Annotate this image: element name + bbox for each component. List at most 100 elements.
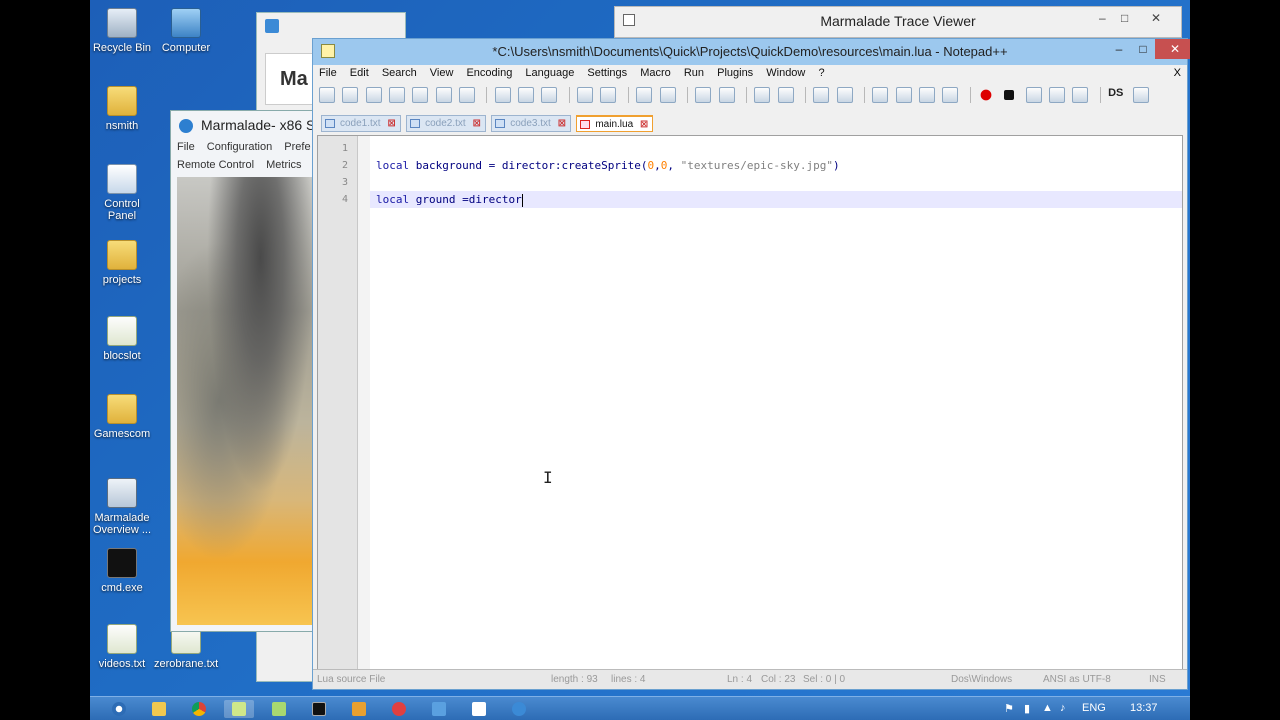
close-all-icon[interactable] bbox=[435, 87, 452, 103]
plugin-folder-icon[interactable] bbox=[1133, 87, 1150, 103]
code-line[interactable]: 2 local background = director:createSprit… bbox=[342, 157, 1182, 174]
menu-help[interactable]: ? bbox=[818, 67, 824, 79]
menu-language[interactable]: Language bbox=[525, 67, 574, 79]
sync-horizontal-icon[interactable] bbox=[777, 87, 794, 103]
show-all-characters-icon[interactable] bbox=[836, 87, 853, 103]
minimize-button[interactable]: – bbox=[1099, 11, 1106, 25]
word-wrap-icon[interactable] bbox=[813, 87, 830, 103]
menu-encoding[interactable]: Encoding bbox=[466, 67, 512, 79]
save-all-icon[interactable] bbox=[389, 87, 406, 103]
menu-run[interactable]: Run bbox=[684, 67, 704, 79]
close-button[interactable]: ✕ bbox=[1155, 39, 1190, 59]
run-macro-multiple-icon[interactable] bbox=[1049, 87, 1066, 103]
desktop-icon-cmd[interactable]: cmd.exe bbox=[90, 548, 154, 594]
trace-viewer-window[interactable]: Marmalade Trace Viewer – □ ✕ bbox=[614, 6, 1182, 38]
paste-icon[interactable] bbox=[541, 87, 558, 103]
taskbar-app-2[interactable] bbox=[344, 700, 374, 718]
desktop-icon-gamescom[interactable]: Gamescom bbox=[90, 394, 154, 440]
simulator-menu-remote-control[interactable]: Remote Control bbox=[177, 159, 254, 171]
cut-icon[interactable] bbox=[494, 87, 511, 103]
battery-icon[interactable]: ▮ bbox=[1024, 702, 1030, 715]
flag-icon[interactable]: ⚑ bbox=[1004, 702, 1014, 715]
menu-settings[interactable]: Settings bbox=[587, 67, 627, 79]
redo-icon[interactable] bbox=[600, 87, 617, 103]
desktop-icon-control-panel[interactable]: Control Panel bbox=[90, 164, 154, 222]
taskbar-notepadpp[interactable] bbox=[224, 700, 254, 718]
find-icon[interactable] bbox=[636, 87, 653, 103]
clock[interactable]: 13:37 bbox=[1130, 702, 1158, 714]
taskbar-app-5[interactable] bbox=[464, 700, 494, 718]
simulator-menu-metrics[interactable]: Metrics bbox=[266, 159, 301, 171]
simulator-menu-configuration[interactable]: Configuration bbox=[207, 141, 272, 153]
code-editor[interactable]: 1 2 local background = director:createSpr… bbox=[317, 135, 1183, 687]
close-file-icon[interactable] bbox=[412, 87, 429, 103]
menu-window[interactable]: Window bbox=[766, 67, 805, 79]
simulator-menu-file[interactable]: File bbox=[177, 141, 195, 153]
save-macro-icon[interactable] bbox=[1072, 87, 1089, 103]
taskbar-marmalade[interactable] bbox=[504, 700, 534, 718]
menu-macro[interactable]: Macro bbox=[640, 67, 671, 79]
network-icon[interactable]: ▲ bbox=[1042, 702, 1053, 714]
function-list-icon[interactable] bbox=[918, 87, 935, 103]
desktop-icon-projects[interactable]: projects bbox=[90, 240, 154, 286]
notepadpp-titlebar[interactable]: *C:\Users\nsmith\Documents\Quick\Project… bbox=[313, 39, 1190, 65]
tab-code1[interactable]: code1.txt ⊠ bbox=[321, 115, 401, 132]
fold-margin[interactable] bbox=[358, 136, 370, 686]
tab-close-icon[interactable]: ⊠ bbox=[640, 117, 648, 132]
open-file-icon[interactable] bbox=[342, 87, 359, 103]
taskbar-app[interactable] bbox=[264, 700, 294, 718]
marmalade-simulator-window[interactable]: Marmalade- x86 Si File Configuration Pre… bbox=[170, 110, 319, 632]
close-button[interactable]: ✕ bbox=[1151, 11, 1161, 25]
replace-icon[interactable] bbox=[659, 87, 676, 103]
menu-view[interactable]: View bbox=[430, 67, 454, 79]
tab-code2[interactable]: code2.txt ⊠ bbox=[406, 115, 486, 132]
desktop-icon-marmalade-overview[interactable]: Marmalade Overview ... bbox=[90, 478, 154, 536]
folder-as-workspace-icon[interactable] bbox=[942, 87, 959, 103]
taskbar-chrome[interactable] bbox=[184, 700, 214, 718]
maximize-button[interactable]: □ bbox=[1121, 11, 1128, 25]
indent-guide-icon[interactable] bbox=[872, 87, 889, 103]
code-area[interactable]: 1 2 local background = director:createSpr… bbox=[342, 140, 1182, 208]
maximize-button[interactable]: □ bbox=[1129, 39, 1157, 59]
volume-icon[interactable]: ♪ bbox=[1060, 702, 1066, 714]
taskbar-app-4[interactable] bbox=[424, 700, 454, 718]
desktop-icon-blocslot[interactable]: blocslot bbox=[90, 316, 154, 362]
desktop-icon-recycle-bin[interactable]: Recycle Bin bbox=[90, 8, 154, 54]
simulator-menu-preferences[interactable]: Prefe bbox=[284, 141, 310, 153]
start-button[interactable] bbox=[104, 700, 134, 718]
code-line-current[interactable]: 4 local ground =director bbox=[342, 191, 1182, 208]
menu-plugins[interactable]: Plugins bbox=[717, 67, 753, 79]
notepadpp-window[interactable]: *C:\Users\nsmith\Documents\Quick\Project… bbox=[312, 38, 1190, 690]
zoom-in-icon[interactable] bbox=[695, 87, 712, 103]
ds-plugin-icon[interactable]: DS bbox=[1108, 87, 1126, 103]
record-macro-icon[interactable] bbox=[978, 87, 994, 103]
tab-code3[interactable]: code3.txt ⊠ bbox=[491, 115, 571, 132]
taskbar-cmd[interactable] bbox=[304, 700, 334, 718]
stop-recording-icon[interactable] bbox=[1004, 90, 1015, 100]
sync-vertical-icon[interactable] bbox=[754, 87, 771, 103]
menu-file[interactable]: File bbox=[319, 67, 337, 79]
tab-main-lua[interactable]: main.lua ⊠ bbox=[576, 115, 654, 132]
new-file-icon[interactable] bbox=[319, 87, 335, 103]
save-icon[interactable] bbox=[365, 87, 382, 103]
desktop-icon-videos[interactable]: videos.txt bbox=[90, 624, 154, 670]
close-document-button[interactable]: X bbox=[1174, 67, 1181, 79]
code-line[interactable]: 3 bbox=[342, 174, 1182, 191]
simulator-viewport-sky[interactable] bbox=[177, 177, 316, 625]
undo-icon[interactable] bbox=[577, 87, 594, 103]
taskbar-explorer[interactable] bbox=[144, 700, 174, 718]
menu-edit[interactable]: Edit bbox=[350, 67, 369, 79]
playback-macro-icon[interactable] bbox=[1025, 87, 1042, 103]
desktop-icon-nsmith[interactable]: nsmith bbox=[90, 86, 154, 132]
doc-map-icon[interactable] bbox=[895, 87, 912, 103]
tab-close-icon[interactable]: ⊠ bbox=[472, 116, 480, 131]
taskbar-app-3[interactable] bbox=[384, 700, 414, 718]
zoom-out-icon[interactable] bbox=[718, 87, 735, 103]
copy-icon[interactable] bbox=[518, 87, 535, 103]
menu-search[interactable]: Search bbox=[382, 67, 417, 79]
tab-close-icon[interactable]: ⊠ bbox=[558, 116, 566, 131]
desktop-icon-computer[interactable]: Computer bbox=[154, 8, 218, 54]
input-language[interactable]: ENG bbox=[1082, 702, 1106, 714]
tab-close-icon[interactable]: ⊠ bbox=[387, 116, 395, 131]
code-line[interactable]: 1 bbox=[342, 140, 1182, 157]
